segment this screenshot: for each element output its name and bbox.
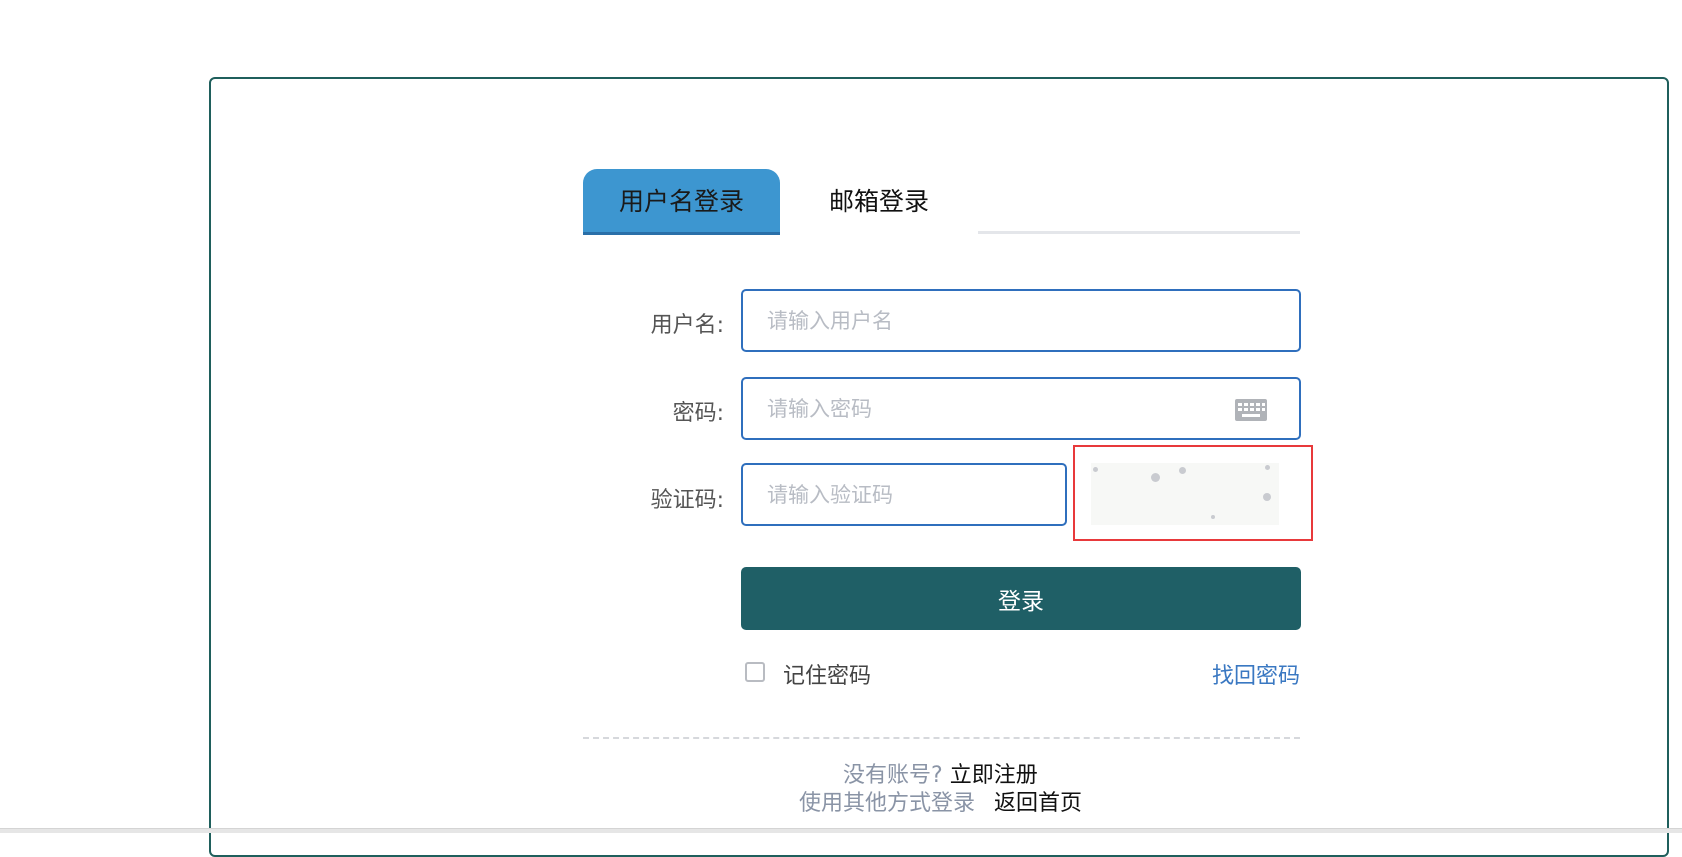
captcha-input[interactable] [743,465,1065,524]
bottom-scrollbar[interactable] [0,828,1682,833]
captcha-noise-dot [1211,515,1215,519]
captcha-noise-dot [1263,493,1271,501]
divider [583,737,1300,739]
username-label: 用户名: [650,313,724,338]
captcha-noise-dot [1151,473,1160,482]
password-label: 密码: [672,401,724,426]
captcha-noise-dot [1093,467,1098,472]
captcha-noise-dot [1179,467,1186,474]
back-home-link[interactable]: 返回首页 [994,791,1082,816]
tab-divider [978,231,1300,234]
login-button[interactable]: 登录 [741,567,1301,630]
captcha-image[interactable] [1091,463,1279,525]
tab-username-login[interactable]: 用户名登录 [583,169,780,235]
captcha-label: 验证码: [650,488,724,513]
captcha-noise-dot [1265,465,1270,470]
password-input[interactable] [743,379,1299,438]
captcha-highlight-box [1073,445,1313,541]
username-field[interactable] [741,289,1301,352]
remember-checkbox[interactable] [745,662,765,682]
captcha-field[interactable] [741,463,1067,526]
forgot-password-link[interactable]: 找回密码 [1212,658,1300,690]
other-login-link[interactable]: 使用其他方式登录 [799,791,975,816]
keyboard-icon[interactable] [1235,399,1267,421]
login-tabs: 用户名登录 邮箱登录 [583,169,1300,236]
username-input[interactable] [743,291,1299,350]
other-login-line: 使用其他方式登录 返回首页 [799,785,1082,817]
tab-email-login[interactable]: 邮箱登录 [780,169,978,235]
password-field[interactable] [741,377,1301,440]
remember-label[interactable]: 记住密码 [783,658,871,690]
